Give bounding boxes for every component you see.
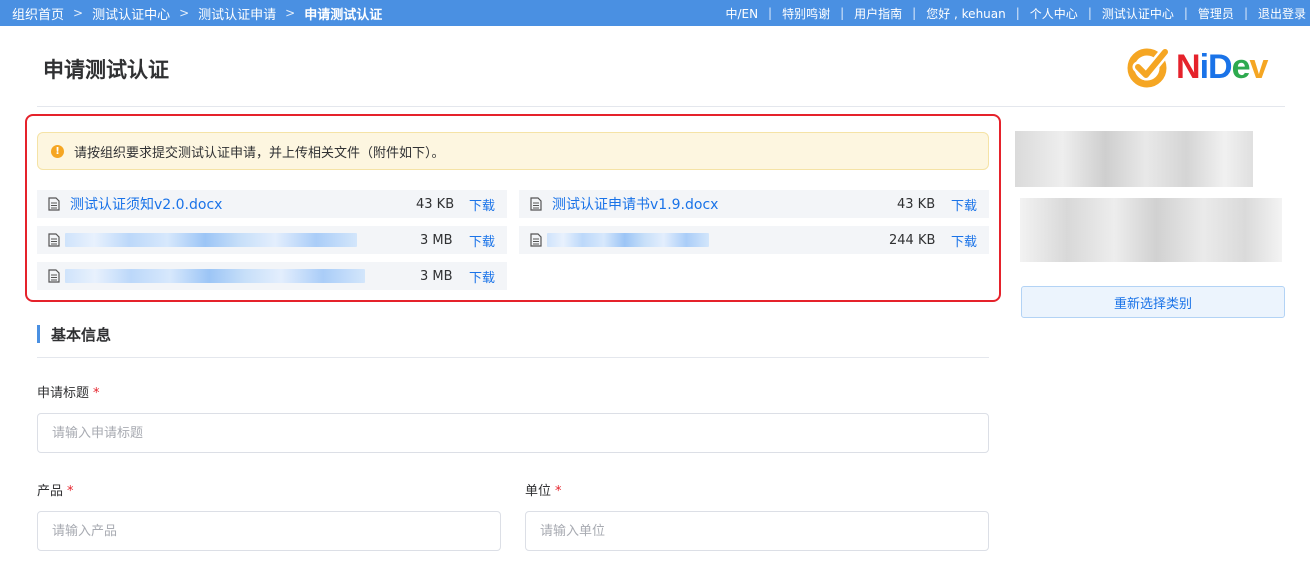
attachment-item: 测试认证申请书v1.9.docx 43 KB 下载 <box>519 190 989 218</box>
top-link-separator: | <box>1087 6 1092 20</box>
top-link-separator: | <box>768 6 773 20</box>
notice-banner: ! 请按组织要求提交测试认证申请，并上传相关文件（附件如下）。 <box>37 132 989 170</box>
attachment-size: 3 MB <box>420 232 453 248</box>
top-link-separator: | <box>1015 6 1020 20</box>
title-label: 申请标题 * <box>37 382 100 401</box>
attachment-item: 测试认证须知v2.0.docx 43 KB 下载 <box>37 190 507 218</box>
product-label-text: 产品 <box>37 484 64 499</box>
download-link[interactable]: 下载 <box>469 267 495 286</box>
attachment-item: 3 MB 下载 <box>37 226 507 254</box>
breadcrumb-separator: > <box>179 6 190 20</box>
document-icon <box>48 269 60 283</box>
top-bar: 组织首页 > 测试认证中心 > 测试认证申请 > 申请测试认证 中/EN | 特… <box>0 0 1310 26</box>
unit-label-text: 单位 <box>525 484 552 499</box>
notice-text: 请按组织要求提交测试认证申请，并上传相关文件（附件如下）。 <box>74 145 445 161</box>
breadcrumb-item-current: 申请测试认证 <box>304 7 383 23</box>
document-icon <box>530 197 542 211</box>
top-link-separator: | <box>840 6 845 20</box>
breadcrumb-separator: > <box>73 6 84 20</box>
required-mark: * <box>93 386 100 401</box>
admin-link[interactable]: 管理员 <box>1198 5 1234 22</box>
attachment-size: 3 MB <box>420 268 453 284</box>
logout-link[interactable]: 退出登录 <box>1258 5 1306 22</box>
header-divider <box>37 106 1285 107</box>
unit-input[interactable] <box>525 511 989 551</box>
top-links: 中/EN | 特别鸣谢 | 用户指南 | 您好 , kehuan | 个人中心 … <box>725 5 1310 22</box>
download-link[interactable]: 下载 <box>469 231 495 250</box>
attachment-name-link[interactable]: 测试认证须知v2.0.docx <box>70 194 222 214</box>
page-title: 申请测试认证 <box>43 58 169 82</box>
breadcrumb: 组织首页 > 测试认证中心 > 测试认证申请 > 申请测试认证 <box>0 4 382 23</box>
document-icon <box>48 233 60 247</box>
top-link-separator: | <box>1243 6 1248 20</box>
attachment-item: 244 KB 下载 <box>519 226 989 254</box>
breadcrumb-separator: > <box>285 6 296 20</box>
section-accent-bar <box>37 325 40 343</box>
required-mark: * <box>67 484 74 499</box>
greeting-text: 您好 , kehuan <box>926 6 1006 21</box>
breadcrumb-item-org-home[interactable]: 组织首页 <box>12 4 64 23</box>
attachment-item: 3 MB 下载 <box>37 262 507 290</box>
category-description-redacted <box>1020 198 1282 262</box>
thanks-link[interactable]: 特别鸣谢 <box>782 5 830 22</box>
product-label: 产品 * <box>37 480 74 499</box>
title-input[interactable] <box>37 413 989 453</box>
logo-check-icon <box>1127 46 1171 88</box>
breadcrumb-item-cert-center[interactable]: 测试认证中心 <box>92 4 170 23</box>
document-icon <box>48 197 60 211</box>
product-input[interactable] <box>37 511 501 551</box>
section-divider <box>37 357 989 358</box>
title-label-text: 申请标题 <box>37 386 90 401</box>
top-link-separator: | <box>912 6 917 20</box>
attachment-name-link-redacted[interactable] <box>65 233 357 247</box>
download-link[interactable]: 下载 <box>951 195 977 214</box>
language-switch-link[interactable]: 中/EN <box>725 5 758 22</box>
nidev-logo[interactable]: NiDev <box>1125 44 1268 90</box>
required-mark: * <box>555 484 562 499</box>
download-link[interactable]: 下载 <box>951 231 977 250</box>
top-link-separator: | <box>1183 6 1188 20</box>
logo-text: NiDev <box>1176 47 1268 86</box>
exclamation-icon: ! <box>51 144 64 158</box>
cert-center-link[interactable]: 测试认证中心 <box>1102 5 1174 22</box>
unit-label: 单位 * <box>525 480 562 499</box>
breadcrumb-item-cert-apply[interactable]: 测试认证申请 <box>198 4 276 23</box>
attachment-name-link[interactable]: 测试认证申请书v1.9.docx <box>552 194 718 214</box>
category-info-redacted <box>1015 131 1253 187</box>
attachment-name-link-redacted[interactable] <box>65 269 365 283</box>
personal-center-link[interactable]: 个人中心 <box>1030 5 1078 22</box>
document-icon <box>530 233 542 247</box>
attachment-size: 43 KB <box>897 196 936 212</box>
user-guide-link[interactable]: 用户指南 <box>854 5 902 22</box>
section-title: 基本信息 <box>51 326 112 344</box>
download-link[interactable]: 下载 <box>469 195 495 214</box>
attachment-size: 244 KB <box>889 232 936 248</box>
attachment-size: 43 KB <box>416 196 455 212</box>
reselect-category-button[interactable]: 重新选择类别 <box>1021 286 1285 318</box>
attachment-name-link-redacted[interactable] <box>547 233 709 247</box>
